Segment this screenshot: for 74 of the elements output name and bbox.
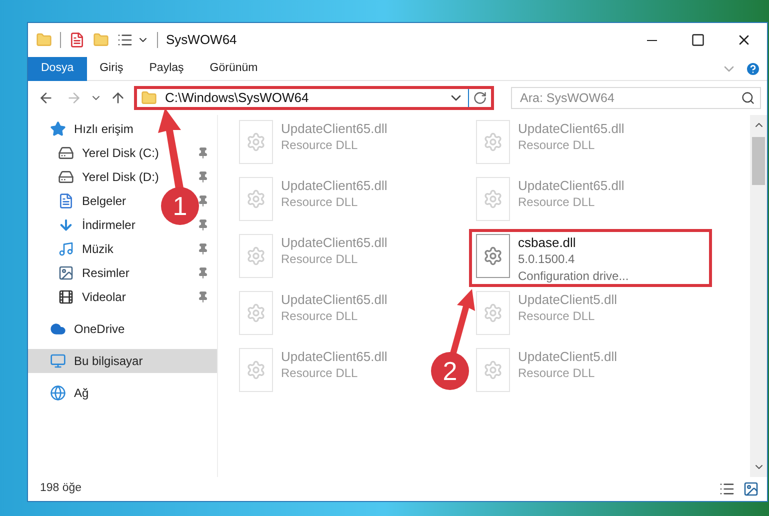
ribbon-tab[interactable]: Görünüm <box>196 56 271 80</box>
help-icon[interactable] <box>745 60 761 76</box>
details-view-icon[interactable] <box>719 481 735 497</box>
file-name: UpdateClient65.dll <box>281 291 388 308</box>
sidebar-item[interactable]: OneDrive <box>28 317 217 341</box>
properties-icon[interactable] <box>69 32 85 48</box>
document-icon <box>58 193 74 209</box>
up-icon[interactable] <box>110 90 126 106</box>
sidebar-label: Ağ <box>74 385 89 402</box>
scrollbar[interactable] <box>750 115 767 477</box>
address-path: C:\Windows\SysWOW64 <box>165 89 310 108</box>
folder-icon[interactable] <box>36 32 52 48</box>
sidebar-link[interactable]: Müzik <box>82 240 114 258</box>
ribbon-tab[interactable]: Dosya <box>28 56 87 80</box>
file-detail: Resource DLL <box>281 365 359 382</box>
back-icon[interactable] <box>38 90 54 106</box>
address-field[interactable]: C:\Windows\SysWOW64 <box>134 86 494 110</box>
file-name: UpdateClient65.dll <box>518 177 624 194</box>
new-folder-icon[interactable] <box>93 32 109 48</box>
file-detail: Resource DLL <box>518 194 596 211</box>
file-name: UpdateClient65.dll <box>281 348 388 365</box>
sidebar-link[interactable]: Yerel Disk (C:) <box>82 144 159 162</box>
file-name: UpdateClient5.dll <box>518 348 618 365</box>
sidebar-link[interactable]: Yerel Disk (D:) <box>82 168 159 186</box>
file-detail: Resource DLL <box>518 137 596 154</box>
download-icon <box>58 217 74 233</box>
forward-icon[interactable] <box>66 90 82 106</box>
large-icons-view-icon[interactable] <box>743 481 759 497</box>
file-detail: Resource DLL <box>518 365 596 382</box>
window-title: SysWOW64 <box>166 31 237 50</box>
file-detail: Resource DLL <box>518 308 596 325</box>
computer-icon <box>50 353 66 369</box>
view-icon[interactable] <box>117 32 133 48</box>
file-name: UpdateClient5.dll <box>518 291 618 308</box>
music-note-icon <box>58 241 74 257</box>
refresh-icon[interactable] <box>473 91 487 105</box>
file-name: csbase.dll <box>518 234 577 251</box>
file-name: UpdateClient65.dll <box>281 120 388 137</box>
star-icon <box>50 121 66 137</box>
scrollbar-thumb[interactable] <box>752 137 765 185</box>
sidebar-label: Hızlı erişim <box>74 121 134 138</box>
film-icon <box>58 289 74 305</box>
ribbon-tab[interactable]: Giriş <box>86 56 136 80</box>
search-icon[interactable] <box>741 91 755 105</box>
sidebar-link[interactable]: Belgeler <box>82 192 126 210</box>
file-detail: Resource DLL <box>281 308 359 325</box>
network-icon <box>50 385 66 401</box>
picture-icon <box>58 265 74 281</box>
item-count: 198 öğe <box>40 481 82 496</box>
sidebar-link[interactable]: İndirmeler <box>82 216 136 234</box>
file-detail: Configuration drive... <box>518 268 629 285</box>
cloud-icon <box>50 321 66 337</box>
sidebar-link[interactable]: Videolar <box>82 288 126 306</box>
file-detail: 5.0.1500.4 <box>518 251 576 268</box>
highlighted-file-frame[interactable]: csbase.dll 5.0.1500.4 Configuration drive... <box>472 232 709 284</box>
drive-icon <box>58 169 74 185</box>
ribbon-tab[interactable]: Paylaş <box>136 56 197 80</box>
dll-file-icon[interactable] <box>476 234 510 278</box>
sidebar-item[interactable]: Ağ <box>28 381 217 405</box>
folder-icon <box>141 90 157 106</box>
file-name: UpdateClient65.dll <box>281 234 388 251</box>
sidebar-item[interactable]: Hızlı erişim <box>28 117 217 141</box>
sidebar-label: OneDrive <box>74 321 125 338</box>
maximize-icon <box>691 33 705 47</box>
file-detail: Resource DLL <box>281 251 359 268</box>
sidebar-item[interactable]: Bu bilgisayar <box>28 349 217 373</box>
file-name: UpdateClient65.dll <box>518 120 624 137</box>
search-field[interactable]: Ara: SysWOW64 <box>511 87 761 109</box>
sidebar-label: Bu bilgisayar <box>74 353 143 370</box>
sidebar-link[interactable]: Resimler <box>82 264 130 282</box>
file-name: UpdateClient65.dll <box>281 177 388 194</box>
drive-icon <box>58 145 74 161</box>
file-detail: Resource DLL <box>281 194 359 211</box>
file-detail: Resource DLL <box>281 137 359 154</box>
